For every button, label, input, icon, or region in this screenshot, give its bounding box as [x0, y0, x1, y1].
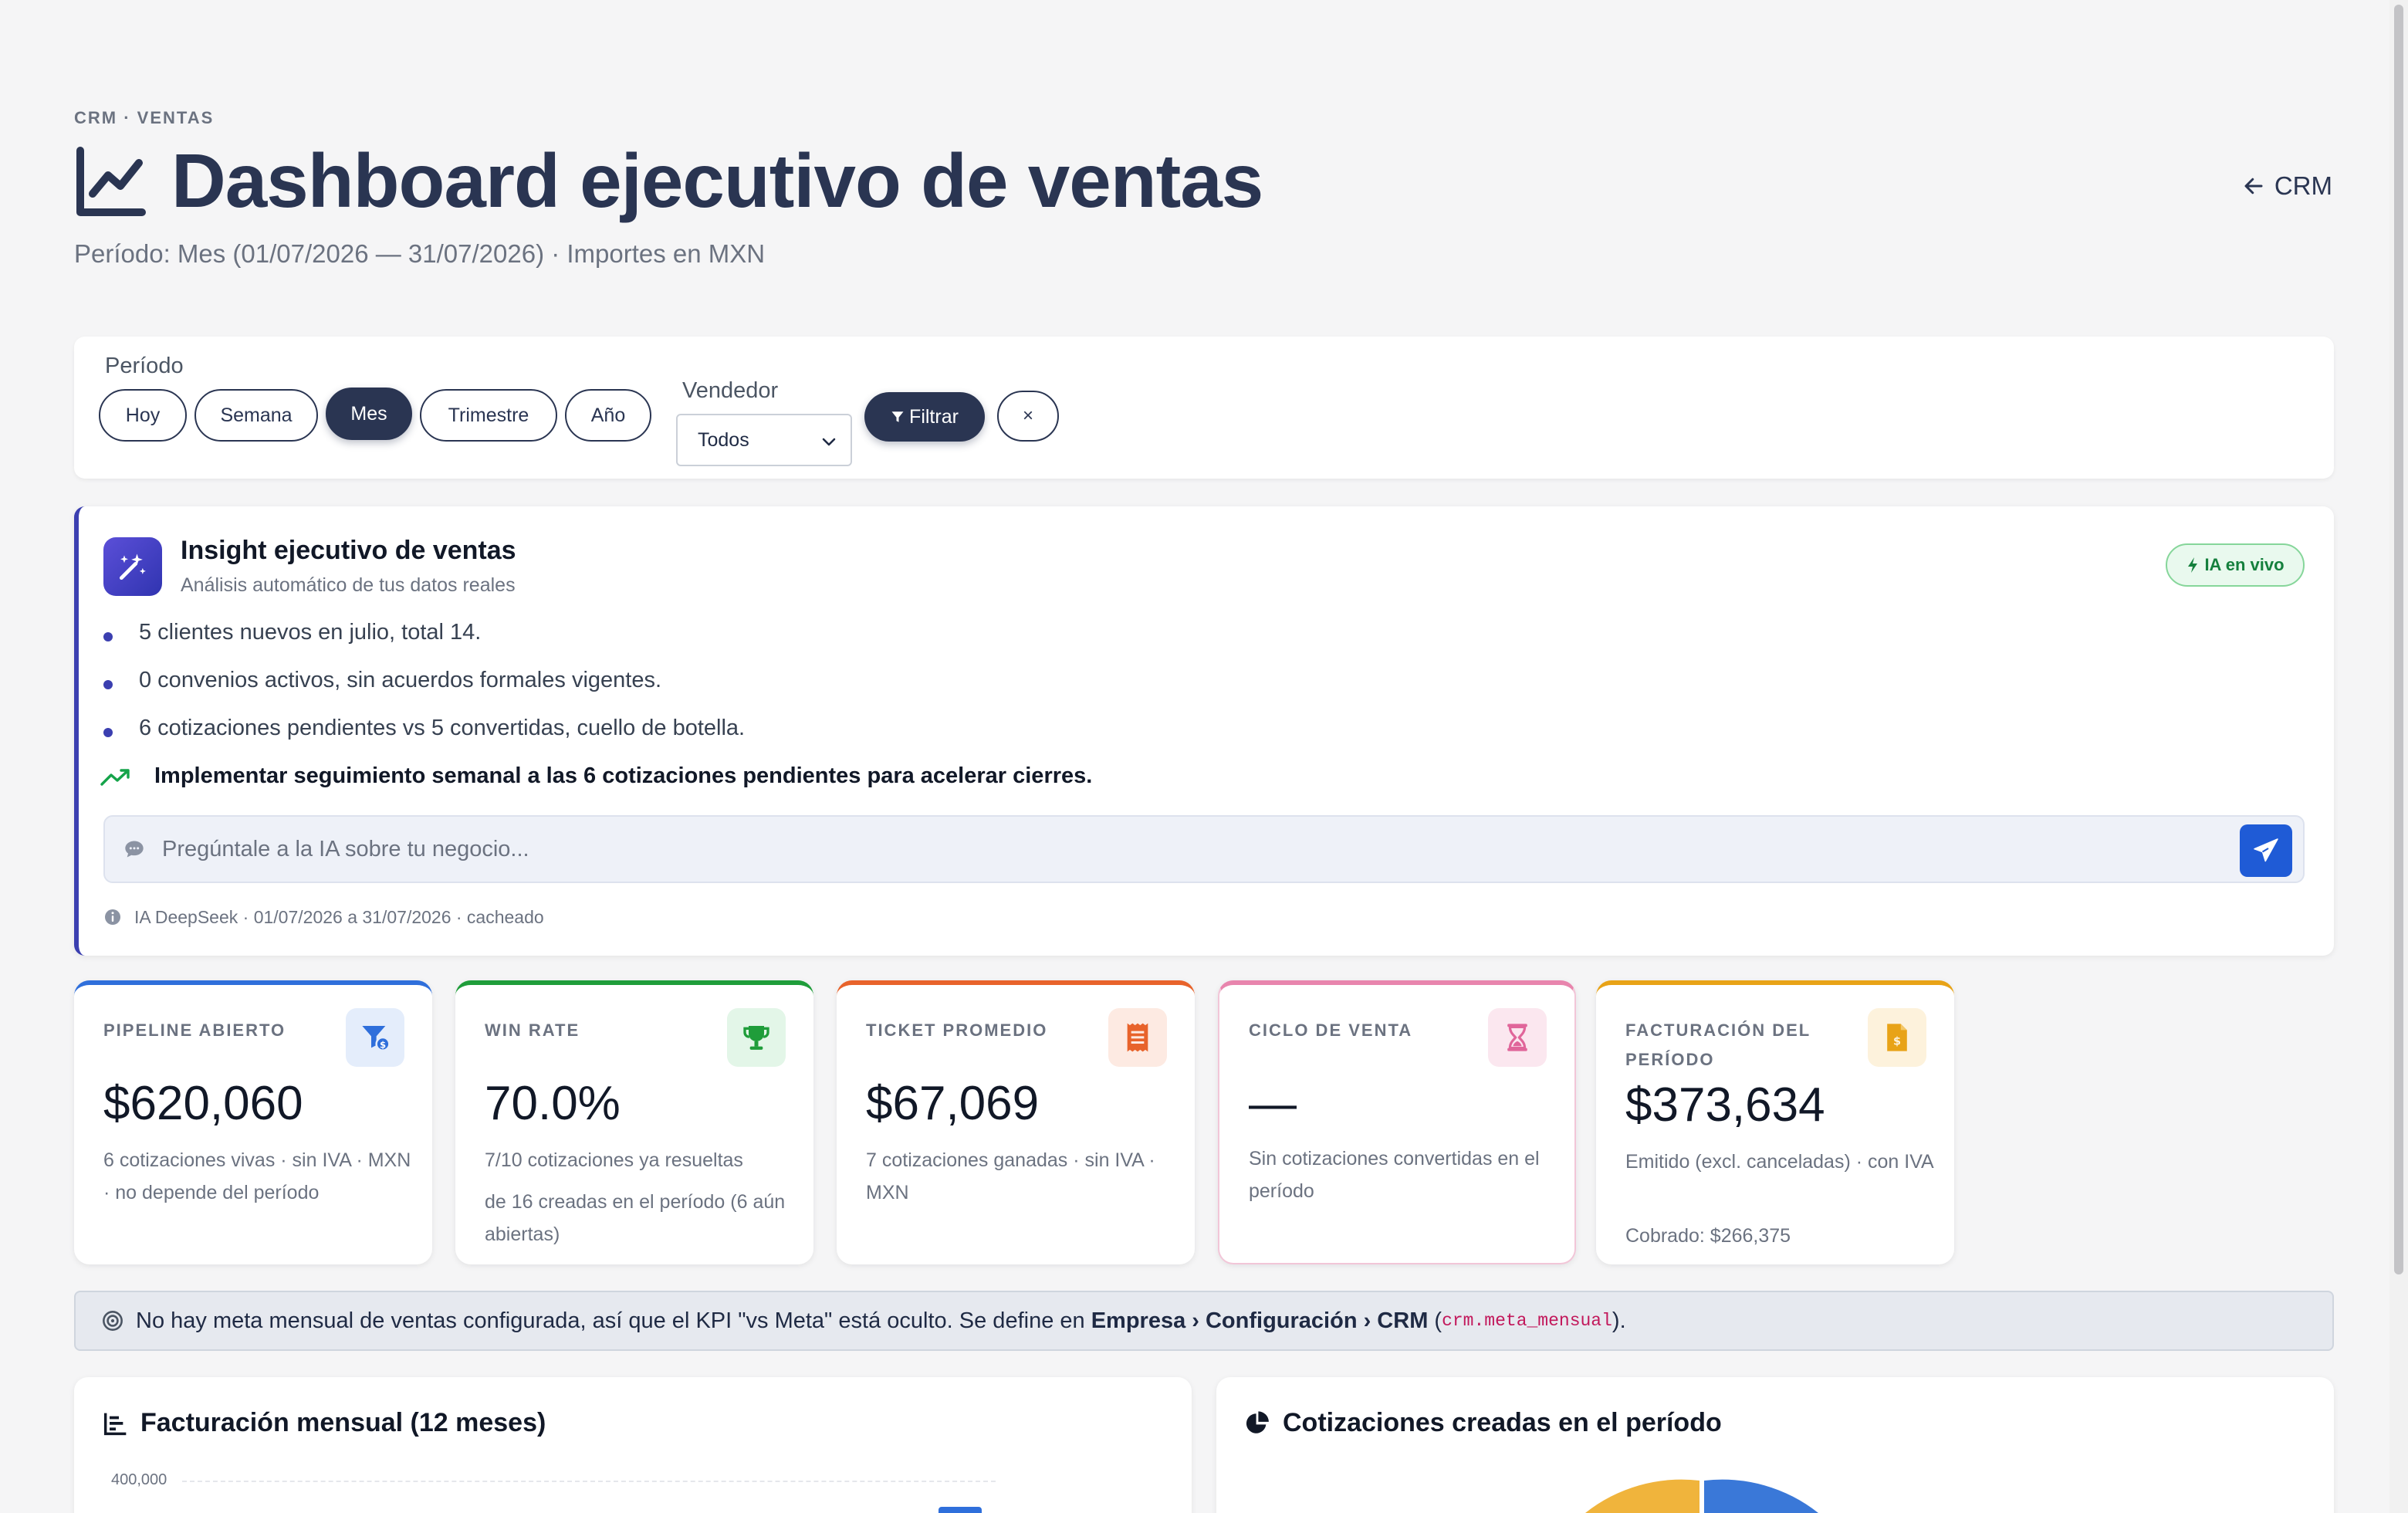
arrow-left-icon	[2244, 178, 2263, 195]
paper-plane-icon	[2254, 838, 2278, 862]
kpi-pipeline-card: PIPELINE ABIERTO $ $620,060 6 cotizacion…	[74, 980, 432, 1264]
gridline	[182, 1481, 996, 1482]
period-month-button[interactable]: Mes	[326, 388, 412, 440]
chevron-down-icon	[822, 438, 836, 446]
filter-icon	[891, 411, 904, 422]
insight-subtitle: Análisis automático de tus datos reales	[181, 574, 516, 596]
title-row: Dashboard ejecutivo de ventas	[74, 137, 1263, 225]
period-today-button[interactable]: Hoy	[99, 389, 187, 442]
back-link-label: CRM	[2274, 171, 2332, 200]
kpi-label: PIPELINE ABIERTO	[103, 1021, 286, 1040]
info-circle-icon	[105, 909, 120, 925]
svg-text:$: $	[1893, 1036, 1901, 1048]
billing-chart-card	[74, 1377, 1192, 1513]
invoice-dollar-icon: $	[1868, 1008, 1926, 1067]
quotes-chart-title-row: Cotizaciones creadas en el período	[1244, 1408, 1722, 1438]
info-text: No hay meta mensual de ventas configurad…	[136, 1308, 1091, 1333]
info-paren-open: (	[1428, 1308, 1442, 1333]
kpi-label: WIN RATE	[485, 1021, 580, 1040]
magic-wand-icon	[103, 537, 162, 596]
svg-text:$: $	[380, 1039, 386, 1050]
period-quarter-button[interactable]: Trimestre	[420, 389, 557, 442]
meta-info-bar: No hay meta mensual de ventas configurad…	[74, 1291, 2334, 1351]
trophy-icon	[727, 1008, 786, 1067]
kpi-value: $620,060	[103, 1077, 303, 1130]
page-subtitle: Período: Mes (01/07/2026 — 31/07/2026) ·…	[74, 239, 766, 268]
kpi-description: 7 cotizaciones ganadas · sin IVA · MXN	[866, 1149, 1155, 1203]
quotes-chart-title: Cotizaciones creadas en el período	[1283, 1408, 1722, 1437]
kpi-label: FACTURACIÓN DEL PERÍODO	[1625, 1021, 1811, 1069]
page-title: Dashboard ejecutivo de ventas	[171, 138, 1263, 223]
kpi-win-rate-card: WIN RATE 70.0% 7/10 cotizaciones ya resu…	[455, 980, 813, 1264]
bullet-icon	[103, 728, 113, 737]
insight-meta: IA DeepSeek · 01/07/2026 a 31/07/2026 · …	[134, 907, 544, 927]
pie-chart-top	[1585, 1479, 1818, 1513]
kpi-ticket-card: TICKET PROMEDIO $67,069 7 cotizaciones g…	[837, 980, 1195, 1264]
funnel-dollar-icon: $	[346, 1008, 404, 1067]
bolt-icon	[2188, 557, 2198, 573]
chart-bar	[939, 1507, 982, 1513]
clear-filters-button[interactable]: ×	[997, 391, 1059, 442]
insight-title: Insight ejecutivo de ventas	[181, 536, 516, 565]
kpi-value: —	[1249, 1077, 1297, 1130]
pie-chart-icon	[1246, 1410, 1269, 1433]
insight-bullet: 5 clientes nuevos en julio, total 14.	[139, 620, 482, 645]
kpi-description-secondary: Cobrado: $266,375	[1625, 1225, 1791, 1247]
kpi-value: $67,069	[866, 1077, 1040, 1130]
bullseye-icon	[103, 1311, 123, 1331]
pie-slice	[1704, 1479, 1818, 1513]
insight-bullet: 6 cotizaciones pendientes vs 5 convertid…	[139, 716, 746, 740]
kpi-value: 70.0%	[485, 1077, 621, 1130]
seller-select-value: Todos	[698, 428, 749, 451]
scrollbar-thumb[interactable]	[2394, 5, 2403, 1274]
config-path: Empresa › Configuración › CRM	[1091, 1308, 1429, 1333]
back-to-crm-link[interactable]: CRM	[2242, 171, 2332, 201]
insight-bullet: 0 convenios activos, sin acuerdos formal…	[139, 668, 662, 692]
bullet-icon	[103, 632, 113, 641]
kpi-billing-card: FACTURACIÓN DEL PERÍODO $ $373,634 Emiti…	[1596, 980, 1954, 1264]
info-paren-close: ).	[1612, 1308, 1626, 1333]
bullet-icon	[103, 680, 113, 689]
kpi-description: Sin cotizaciones convertidas en el perío…	[1249, 1148, 1540, 1202]
receipt-icon	[1108, 1008, 1167, 1067]
seller-label: Vendedor	[682, 378, 779, 403]
insight-recommendation: Implementar seguimiento semanal a las 6 …	[154, 763, 1093, 788]
kpi-label: TICKET PROMEDIO	[866, 1021, 1048, 1040]
billing-chart-title-row: Facturación mensual (12 meses)	[103, 1408, 546, 1438]
ia-live-badge-label: IA en vivo	[2204, 555, 2285, 574]
ask-ai-input[interactable]	[162, 824, 2230, 874]
ia-live-badge: IA en vivo	[2166, 543, 2305, 587]
kpi-description: 7/10 cotizaciones ya resueltas	[485, 1149, 743, 1171]
trend-up-icon	[100, 769, 130, 786]
kpi-description: Emitido (excl. canceladas) · con IVA	[1625, 1151, 1934, 1173]
hourglass-icon	[1488, 1008, 1547, 1067]
bar-chart-icon	[103, 1413, 127, 1435]
kpi-description-secondary: de 16 creadas en el período (6 aún abier…	[485, 1191, 786, 1245]
kpi-description: 6 cotizaciones vivas · sin IVA · MXN · n…	[103, 1149, 411, 1203]
filter-card	[74, 337, 2334, 479]
chart-line-icon	[76, 146, 146, 216]
period-year-button[interactable]: Año	[565, 389, 651, 442]
seller-select[interactable]: Todos	[676, 414, 852, 466]
breadcrumb: CRM · VENTAS	[74, 108, 215, 127]
comment-icon	[125, 841, 144, 858]
y-axis-tick: 400,000	[111, 1471, 167, 1488]
billing-chart-title: Facturación mensual (12 meses)	[140, 1408, 546, 1437]
kpi-sales-cycle-card: CICLO DE VENTA — Sin cotizaciones conver…	[1218, 980, 1576, 1264]
pie-slice	[1585, 1479, 1699, 1513]
kpi-label: CICLO DE VENTA	[1249, 1021, 1413, 1040]
config-key: crm.meta_mensual	[1442, 1311, 1612, 1331]
filter-button-label: Filtrar	[909, 405, 959, 428]
period-week-button[interactable]: Semana	[194, 389, 318, 442]
send-button[interactable]	[2240, 824, 2292, 877]
filter-button[interactable]: Filtrar	[864, 392, 985, 442]
kpi-value: $373,634	[1625, 1078, 1825, 1132]
period-label: Período	[105, 354, 184, 378]
